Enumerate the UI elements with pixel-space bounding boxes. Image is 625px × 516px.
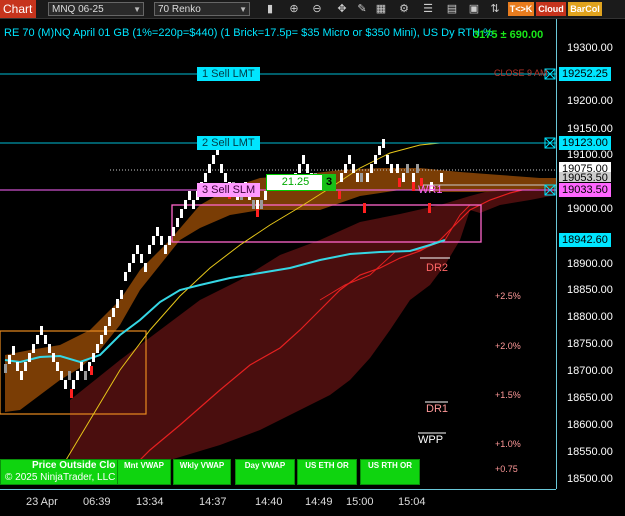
indicators-icon[interactable]: ▦ bbox=[373, 1, 389, 17]
order-qty-box[interactable]: 3 bbox=[322, 174, 336, 191]
bar-type-select[interactable]: 70 Renko ▼ bbox=[154, 2, 250, 16]
data-box-icon[interactable]: ▣ bbox=[466, 1, 482, 17]
sell-limit-order-2[interactable]: 2 Sell LMT bbox=[197, 136, 260, 150]
chevron-down-icon: ▼ bbox=[239, 5, 247, 14]
time-label: 14:40 bbox=[255, 496, 283, 508]
price-label: 19000.00 bbox=[567, 203, 613, 215]
order-close-markers bbox=[544, 68, 556, 196]
properties-icon[interactable]: ☰ bbox=[420, 1, 436, 17]
strategies-icon[interactable]: ⚙ bbox=[396, 1, 412, 17]
chart-tab[interactable]: Chart bbox=[0, 0, 36, 18]
instrument-select[interactable]: MNQ 06-25 ▼ bbox=[48, 2, 144, 16]
pct-label: +2.0% bbox=[495, 341, 521, 351]
price-label: 18850.00 bbox=[567, 284, 613, 296]
cloud-button[interactable]: Cloud bbox=[536, 2, 566, 16]
time-label: 15:00 bbox=[346, 496, 374, 508]
wr1-label: WR1 bbox=[418, 184, 443, 196]
time-label: 23 Apr bbox=[26, 496, 58, 508]
zoom-in-icon[interactable]: ⊕ bbox=[286, 1, 302, 17]
pnl-display: 3175 ± 690.00 bbox=[473, 29, 543, 41]
copyright-label: © 2025 NinjaTrader, LLC bbox=[5, 472, 116, 483]
price-label: 18500.00 bbox=[567, 473, 613, 485]
pct-label: +2.5% bbox=[495, 291, 521, 301]
time-label: 13:34 bbox=[136, 496, 164, 508]
price-tag-wr1: 19053.50 bbox=[559, 172, 611, 182]
chart-trader-icon[interactable]: ⇅ bbox=[487, 1, 503, 17]
price-label: 18750.00 bbox=[567, 338, 613, 350]
toolbar: Chart MNQ 06-25 ▼ 70 Renko ▼ ▮ ⊕ ⊖ ✥ ✎ ▦… bbox=[0, 0, 625, 19]
price-outside-cloud-panel[interactable]: Price Outside Clo © 2025 NinjaTrader, LL… bbox=[0, 459, 118, 485]
close-label: CLOSE 9 AM bbox=[494, 68, 548, 78]
time-axis[interactable]: 23 Apr 06:39 13:34 14:37 14:40 14:49 15:… bbox=[0, 489, 556, 516]
pct-label: +1.5% bbox=[495, 390, 521, 400]
price-tag-stop: 19033.50 bbox=[559, 183, 611, 197]
us-rth-or-button[interactable]: US RTH OR bbox=[360, 459, 420, 485]
price-label: 19100.00 bbox=[567, 149, 613, 161]
pnl-prefix: 3175 ± bbox=[473, 29, 507, 41]
templates-icon[interactable]: ▤ bbox=[444, 1, 460, 17]
price-outside-label: Price Outside Clo bbox=[32, 460, 116, 471]
bar-type-value: 70 Renko bbox=[158, 4, 201, 15]
price-tag-vwap: 18942.60 bbox=[559, 233, 611, 247]
time-label: 06:39 bbox=[83, 496, 111, 508]
price-label: 19200.00 bbox=[567, 95, 613, 107]
chevron-down-icon: ▼ bbox=[133, 5, 141, 14]
weekly-vwap-button[interactable]: Wkly VWAP bbox=[173, 459, 231, 485]
price-label: 18550.00 bbox=[567, 446, 613, 458]
price-tag-order-1: 19252.25 bbox=[559, 67, 611, 81]
wpp-label: WPP bbox=[418, 434, 444, 446]
time-label: 14:49 bbox=[305, 496, 333, 508]
dr2-label: DR2 bbox=[426, 262, 449, 274]
chart-window: { "toolbar": { "chart_tab": "Chart", "in… bbox=[0, 0, 625, 516]
price-label: 18700.00 bbox=[567, 365, 613, 377]
price-label: 18600.00 bbox=[567, 419, 613, 431]
price-label: 18900.00 bbox=[567, 258, 613, 270]
price-chart[interactable] bbox=[0, 19, 556, 489]
instrument-value: MNQ 06-25 bbox=[52, 4, 104, 15]
order-value-box[interactable]: 21.25 bbox=[266, 174, 325, 191]
drawing-tools-icon[interactable]: ✎ bbox=[354, 1, 370, 17]
monthly-vwap-button[interactable]: Mnt VWAP bbox=[117, 459, 171, 485]
sell-stop-order[interactable]: 3 Sell SLM bbox=[197, 183, 261, 197]
pnl-value: 690.00 bbox=[509, 29, 544, 41]
cloud-band bbox=[70, 183, 556, 475]
price-label: 18650.00 bbox=[567, 392, 613, 404]
price-tag-order-2: 19123.00 bbox=[559, 136, 611, 150]
tk-button[interactable]: T<>K bbox=[508, 2, 534, 16]
chart-title: RE 70 (M)NQ April 01 GB (1%=220p=$440) (… bbox=[4, 27, 493, 39]
barcol-button[interactable]: BarCol bbox=[568, 2, 602, 16]
us-eth-or-button[interactable]: US ETH OR bbox=[297, 459, 357, 485]
price-label: 19150.00 bbox=[567, 123, 613, 135]
pct-label: +0.75 bbox=[495, 464, 518, 474]
price-axis[interactable]: 19300.00 19200.00 19150.00 19100.00 1900… bbox=[556, 19, 625, 489]
sell-limit-order-1[interactable]: 1 Sell LMT bbox=[197, 67, 260, 81]
day-vwap-button[interactable]: Day VWAP bbox=[235, 459, 295, 485]
dr1-label: DR1 bbox=[426, 403, 449, 415]
price-label: 18800.00 bbox=[567, 311, 613, 323]
crosshair-icon[interactable]: ✥ bbox=[334, 1, 350, 17]
pct-label: +1.0% bbox=[495, 439, 521, 449]
price-label: 19300.00 bbox=[567, 42, 613, 54]
time-label: 15:04 bbox=[398, 496, 426, 508]
bar-style-icon[interactable]: ▮ bbox=[262, 1, 278, 17]
zoom-out-icon[interactable]: ⊖ bbox=[309, 1, 325, 17]
time-label: 14:37 bbox=[199, 496, 227, 508]
